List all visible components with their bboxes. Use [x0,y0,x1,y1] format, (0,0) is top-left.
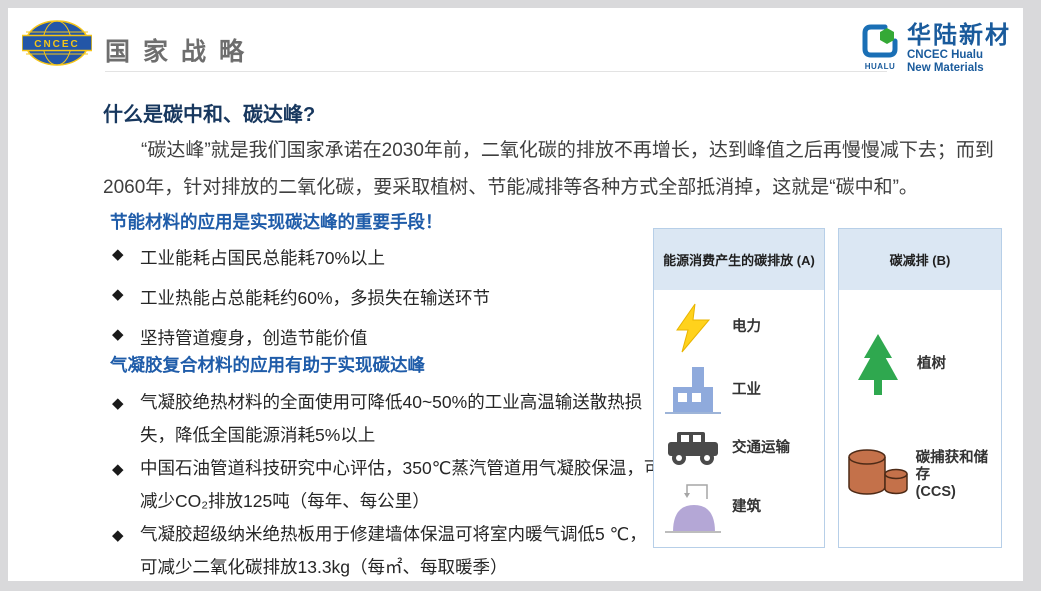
bullet-diamond-icon: ◆ [112,387,124,420]
list-item: ◆ 中国石油管道科技研究中心评估，350℃蒸汽管道用气凝胶保温，可减少CO₂排放… [112,452,664,518]
panel-row-building: 建筑 [654,479,824,535]
hualu-mark-icon: HUALU [858,23,902,71]
panel-label: 建筑 [732,499,761,516]
page-title: 国家战略 [105,32,257,68]
tree-icon [839,334,917,396]
list-item: ◆ 工业能耗占国民总能耗70%以上 [112,245,657,270]
bullet-text: 坚持管道瘦身，创造节能价值 [140,328,368,348]
panel-label: 交通运输 [732,440,790,457]
emissions-box-title: 能源消费产生的碳排放 (A) [654,229,824,290]
header-divider [105,71,887,72]
brand-text: 华陆新材 CNCEC Hualu New Materials [907,23,1011,75]
panel-row-electricity: 电力 [654,302,824,354]
panel-label-line1: 碳捕获和储存 [916,450,989,483]
car-icon [654,428,732,468]
section2-heading: 节能材料的应用是实现碳达峰的重要手段！ [110,209,443,234]
section1-heading: 什么是碳中和、碳达峰? [103,98,315,127]
list-item: ◆ 工业热能占总能耗约60%，多损失在输送环节 [112,285,657,310]
bullet-text: 工业能耗占国民总能耗70%以上 [140,248,385,268]
slide: CNCEC 国家战略 HUALU 华陆新材 CNCEC Hualu New Ma… [8,8,1023,581]
brand-name-en2: New Materials [907,62,1011,75]
reduction-box: 碳减排 (B) 植树 [838,228,1002,548]
brand-name-cn: 华陆新材 [907,23,1011,49]
bullet-text: 中国石油管道科技研究中心评估，350℃蒸汽管道用气凝胶保温，可减少CO₂排放12… [140,458,661,511]
brand-name-en1: CNCEC Hualu [907,49,1011,62]
barrels-icon [839,447,916,503]
lightning-icon [654,302,732,354]
section3-list: ◆ 气凝胶绝热材料的全面使用可降低40~50%的工业高温输送散热损失，降低全国能… [112,386,664,584]
list-item: ◆ 坚持管道瘦身，创造节能价值 [112,325,657,350]
brand-logo: HUALU 华陆新材 CNCEC Hualu New Materials [858,23,1011,75]
panel-label: 电力 [732,319,761,336]
panel-row-tree: 植树 [839,334,1001,396]
panel-label: 工业 [732,382,761,399]
emissions-box: 能源消费产生的碳排放 (A) 电力 [653,228,825,548]
reduction-box-body: 植树 碳捕获和储存(CCS) [839,290,1001,547]
bullet-diamond-icon: ◆ [112,453,124,486]
panel-row-transport: 交通运输 [654,428,824,468]
bullet-text: 工业热能占总能耗约60%，多损失在输送环节 [140,288,490,308]
list-item: ◆ 气凝胶超级纳米绝热板用于修建墙体保温可将室内暖气调低5 ℃，可减少二氧化碳排… [112,518,664,584]
hualu-word: HUALU [858,62,902,71]
panel-label: 碳捕获和储存(CCS) [916,450,1001,501]
bullet-text: 气凝胶超级纳米绝热板用于修建墙体保温可将室内暖气调低5 ℃，可减少二氧化碳排放1… [140,524,647,577]
emissions-box-body: 电力 工业 [654,290,824,547]
section2-list: ◆ 工业能耗占国民总能耗70%以上 ◆ 工业热能占总能耗约60%，多损失在输送环… [112,245,657,365]
bullet-text: 气凝胶绝热材料的全面使用可降低40~50%的工业高温输送散热损失，降低全国能源消… [140,392,642,445]
panel-label: 植树 [917,356,946,373]
bullet-diamond-icon: ◆ [112,325,124,343]
section3-heading: 气凝胶复合材料的应用有助于实现碳达峰 [110,352,425,377]
panel-label-line2: (CCS) [916,484,1001,501]
list-item: ◆ 气凝胶绝热材料的全面使用可降低40~50%的工业高温输送散热损失，降低全国能… [112,386,664,452]
building-icon [654,479,732,535]
bullet-diamond-icon: ◆ [112,285,124,303]
panel-row-industry: 工业 [654,365,824,417]
panel-row-ccs: 碳捕获和储存(CCS) [839,447,1001,503]
section1-paragraph: “碳达峰”就是我们国家承诺在2030年前，二氧化碳的排放不再增长，达到峰值之后再… [103,132,1013,206]
reduction-box-title: 碳减排 (B) [839,229,1001,290]
cncec-logo: CNCEC [22,18,92,68]
factory-icon [654,365,732,417]
bullet-diamond-icon: ◆ [112,245,124,263]
svg-text:CNCEC: CNCEC [34,39,80,50]
bullet-diamond-icon: ◆ [112,519,124,552]
